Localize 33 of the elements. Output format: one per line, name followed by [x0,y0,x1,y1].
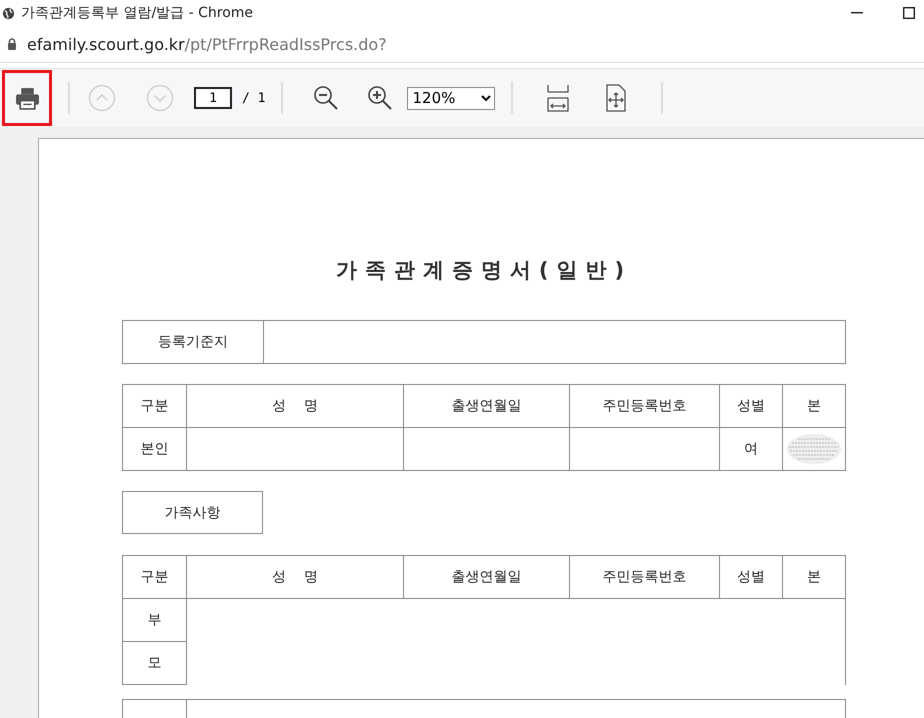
column-header: 성별 [720,385,783,428]
table-cell: 여 [720,428,783,471]
table-cell: 모 [122,642,187,685]
column-header: 성 명 [187,556,404,599]
print-icon [14,86,40,110]
document-title: 가족관계증명서(일반) [334,257,634,284]
column-header: 구분 [123,556,187,599]
table-cell: 가족사항 [122,491,263,534]
column-header: 본 [783,385,846,428]
page-total: / 1 [242,90,266,106]
column-header: 주민등록번호 [570,556,720,599]
fit-width-icon[interactable] [546,84,570,112]
lock-icon [7,38,17,50]
column-header: 성 명 [187,385,404,428]
fit-page-icon[interactable] [604,84,628,112]
zoom-out-icon[interactable] [313,85,340,111]
column-header: 출생연월일 [404,385,570,428]
table-cell: 등록기준지 [123,321,264,364]
table-cell: 본인 [123,428,187,471]
column-header: 성별 [720,556,783,599]
minimize-icon[interactable] [851,12,863,14]
print-button[interactable] [2,70,52,126]
zoom-select[interactable]: 120% [407,86,496,110]
window-title: 가족관계등록부 열람/발급 - Chrome [21,4,254,22]
column-header: 본 [783,556,846,599]
table-cell: 부 [122,599,187,642]
column-header: 출생연월일 [404,556,570,599]
zoom-in-icon[interactable] [367,85,394,111]
maximize-icon[interactable] [903,7,915,19]
column-header: 구분 [123,385,187,428]
page-number-field[interactable]: 1 [194,87,232,109]
url-text[interactable]: efamily.scourt.go.kr/pt/PtFrrpReadIssPrcs.do? [27,34,387,54]
column-header: 주민등록번호 [570,385,720,428]
